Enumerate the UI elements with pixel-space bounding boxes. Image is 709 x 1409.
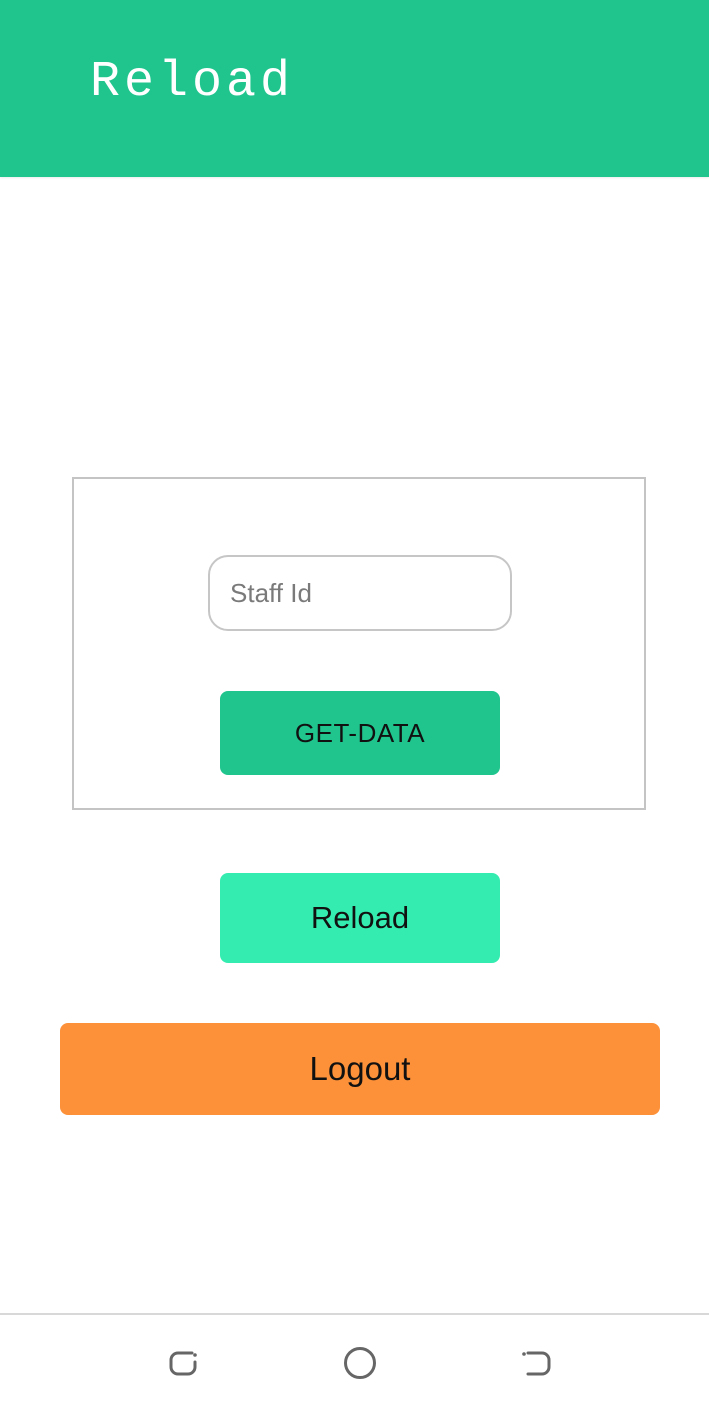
reload-screen: Reload GET-DATA Reload Logout: [0, 0, 709, 1409]
back-button[interactable]: [512, 1341, 560, 1385]
home-button[interactable]: [336, 1341, 384, 1385]
back-icon: [522, 1351, 551, 1376]
get-data-button[interactable]: GET-DATA: [220, 691, 500, 775]
recents-icon: [169, 1351, 197, 1376]
recents-button[interactable]: [160, 1341, 208, 1385]
reload-button[interactable]: Reload: [220, 873, 500, 963]
home-icon: [344, 1347, 376, 1379]
staff-id-input[interactable]: [208, 555, 512, 631]
logout-button[interactable]: Logout: [60, 1023, 660, 1115]
app-title: Reload: [90, 54, 295, 111]
app-bar: Reload: [0, 0, 709, 177]
system-navigation-bar: [0, 1313, 709, 1409]
